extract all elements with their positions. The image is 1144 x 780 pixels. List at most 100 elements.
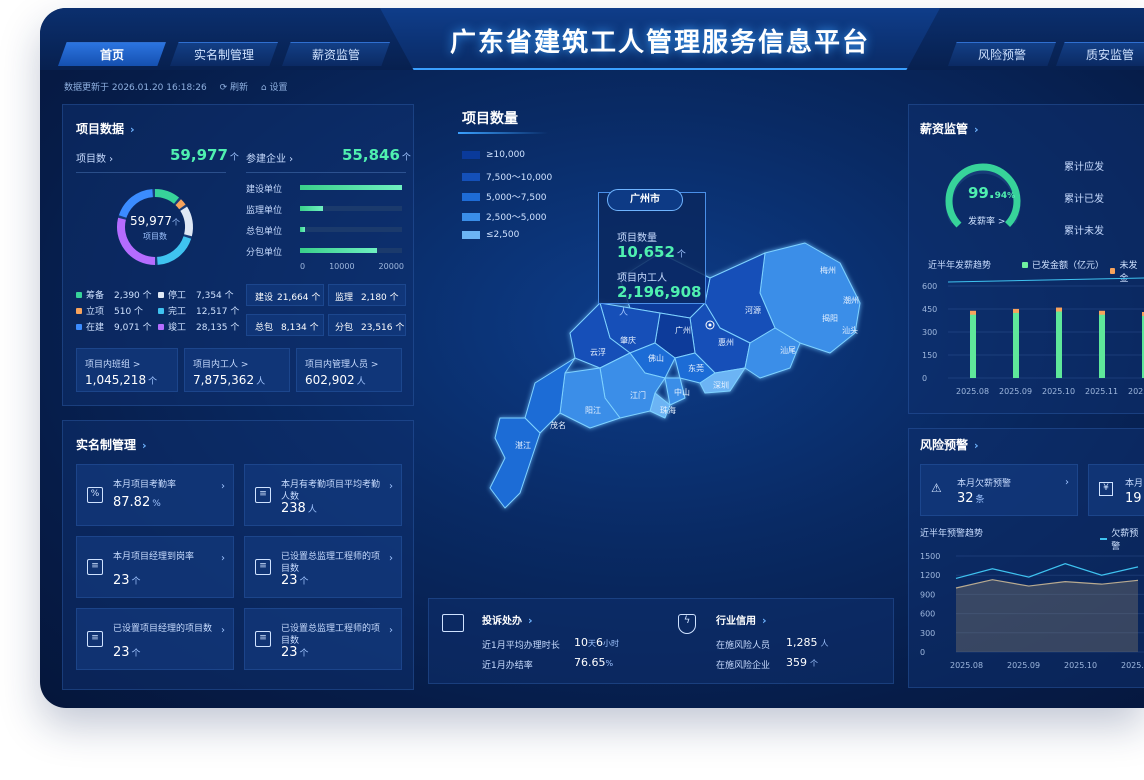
refresh-icon: ⟳	[219, 83, 228, 93]
chevron-right-icon: ›	[389, 625, 393, 636]
complaint-time-label: 近1月平均办理时长	[482, 641, 560, 651]
stat-icon: ≡	[255, 559, 271, 575]
map-tooltip: 广州市 项目数量 10,652 个 项目内工人 2,196,908人	[598, 189, 706, 318]
map-city-label: 广州	[675, 325, 691, 335]
stat-general: 总包 8,134 个	[246, 314, 324, 336]
enterprise-label[interactable]: 参建企业 ›	[246, 150, 293, 165]
map-city-label: 中山	[674, 387, 690, 397]
realname-card[interactable]: % 本月项目考勤率 87.82% ›	[76, 464, 234, 526]
map-city-label: 深圳	[713, 380, 729, 390]
realname-title[interactable]: 实名制管理 ›	[76, 436, 147, 453]
chevron-right-icon: ›	[389, 481, 393, 492]
salary-chart: 600 450 300 150 0 2025.08 2025.09 2025.10 2025.1…	[922, 277, 1144, 396]
box-teams[interactable]: 项目内班组 >1,045,218 个	[76, 348, 178, 392]
paid-bar	[1056, 310, 1062, 378]
risk-trend-title: 近半年预警趋势	[920, 529, 984, 539]
yen-icon: ¥	[1099, 482, 1113, 496]
dashboard-screen: 广东省建筑工人管理服务信息平台 首页 实名制管理 薪资监管 风险预警 质安监管 …	[40, 8, 1144, 708]
status-item: 筹备 2,390 个	[76, 288, 152, 301]
risk-card-2[interactable]: ¥ 本月 19	[1088, 464, 1144, 516]
project-title[interactable]: 项目数据 ›	[76, 120, 135, 137]
risk-chart: 1500 1200 900 600 300 0 2025.08 2025.09 2025.10 2…	[920, 552, 1144, 670]
salary-item: 累计未发	[1064, 226, 1104, 237]
y-tick: 300	[920, 629, 935, 638]
x-tick: 2025.11	[1085, 387, 1118, 396]
unpaid-bar	[1099, 310, 1105, 315]
map-title: 项目数量	[462, 111, 518, 127]
credit-ent: 359 个	[786, 656, 818, 669]
y-tick: 150	[922, 351, 937, 360]
map-city-label: 江门	[630, 390, 646, 400]
chevron-right-icon: ›	[221, 553, 225, 564]
divider	[246, 172, 406, 173]
complaint-rate: 76.65%	[574, 656, 614, 669]
x-tick: 2025.09	[1007, 661, 1040, 670]
realname-card[interactable]: ≡ 本月有考勤项目平均考勤人数 238 人 ›	[244, 464, 402, 526]
paid-bar	[970, 313, 976, 378]
stat-build: 建设 21,664 个	[246, 284, 324, 306]
realname-card[interactable]: ≡ 本月项目经理到岗率 23 个 ›	[76, 536, 234, 598]
box-workers[interactable]: 项目内工人 >7,875,362 人	[184, 348, 290, 392]
x-tick: 2025.08	[956, 387, 989, 396]
salary-rate-line	[947, 277, 1144, 283]
chevron-right-icon: ›	[389, 553, 393, 564]
credit-title[interactable]: 行业信用 ›	[716, 612, 767, 627]
chevron-right-icon: ›	[221, 625, 225, 636]
credit-person: 1,285 人	[786, 636, 829, 649]
y-tick: 0	[922, 374, 927, 383]
risk-card-1[interactable]: ⚠ 本月欠薪预警 32 条 ›	[920, 464, 1078, 516]
tab-salary[interactable]: 薪资监管	[282, 42, 390, 66]
refresh-button[interactable]: ⟳ 刷新	[220, 83, 248, 93]
unit-bar	[300, 227, 402, 232]
credit-person-label: 在施风险人员	[716, 641, 771, 651]
tab-risk[interactable]: 风险预警	[948, 42, 1056, 66]
donut-slice	[175, 199, 186, 210]
realname-card[interactable]: ≡ 已设置总监理工程师的项目数 23 个 ›	[244, 536, 402, 598]
stat-icon: ≡	[87, 631, 103, 647]
unpaid-bar	[1056, 307, 1062, 312]
complaint-title[interactable]: 投诉处办 ›	[482, 612, 533, 627]
project-count-label[interactable]: 项目数 ›	[76, 150, 113, 165]
tooltip-city: 广州市	[607, 189, 683, 211]
y-tick: 600	[920, 610, 935, 619]
realname-card[interactable]: ≡ 已设置总监理工程师的项目数 23 个 ›	[244, 608, 402, 670]
tab-realname[interactable]: 实名制管理	[170, 42, 278, 66]
status-item: 竣工 28,135 个	[158, 320, 239, 333]
map-city-label: 河源	[745, 305, 761, 315]
map-legend-item: ≥10,000	[462, 150, 525, 160]
settings-button[interactable]: ⌂ 设置	[261, 83, 288, 93]
chevron-right-icon: ›	[221, 481, 225, 492]
map-city-label: 佛山	[648, 353, 664, 363]
title-underline	[458, 132, 548, 134]
map-city-label: 阳江	[585, 406, 601, 415]
status-item: 立项 510 个	[76, 304, 143, 317]
stat-sub: 分包 23,516 个	[328, 314, 406, 336]
unit-bar-label: 监理单位	[246, 206, 283, 216]
x-tick: 2025.09	[999, 387, 1032, 396]
map-city-label: 惠州	[718, 337, 734, 347]
y-tick: 1200	[920, 571, 940, 580]
credit-ent-label: 在施风险企业	[716, 661, 771, 671]
gear-icon: ⌂	[260, 83, 267, 93]
y-tick: 300	[922, 328, 937, 337]
risk-card-value: 32 条	[957, 491, 985, 506]
paid-bar	[1013, 312, 1019, 378]
risk-title[interactable]: 风险预警 ›	[920, 436, 979, 453]
donut-slice	[154, 189, 180, 204]
salary-title[interactable]: 薪资监管 ›	[920, 120, 979, 137]
realname-card[interactable]: ≡ 已设置项目经理的项目数 23 个 ›	[76, 608, 234, 670]
x-tick: 2025	[1128, 387, 1144, 396]
donut-value: 59,977个	[130, 214, 180, 228]
legend-paid: 已发金额（亿元）	[1022, 258, 1104, 271]
gauge-label[interactable]: 发薪率 >	[968, 214, 1005, 227]
risk-area	[956, 579, 1138, 652]
box-managers[interactable]: 项目内管理人员 >602,902 人	[296, 348, 402, 392]
salary-item: 累计已发	[1064, 194, 1104, 205]
divider	[76, 172, 226, 173]
y-tick: 900	[920, 590, 935, 599]
tab-home[interactable]: 首页	[58, 42, 166, 66]
enterprise-count: 55,846 个	[342, 146, 411, 164]
shield-icon: ϟ	[678, 614, 696, 634]
tab-quality[interactable]: 质安监管	[1056, 42, 1144, 66]
x-tick: 2025.10	[1042, 387, 1075, 396]
